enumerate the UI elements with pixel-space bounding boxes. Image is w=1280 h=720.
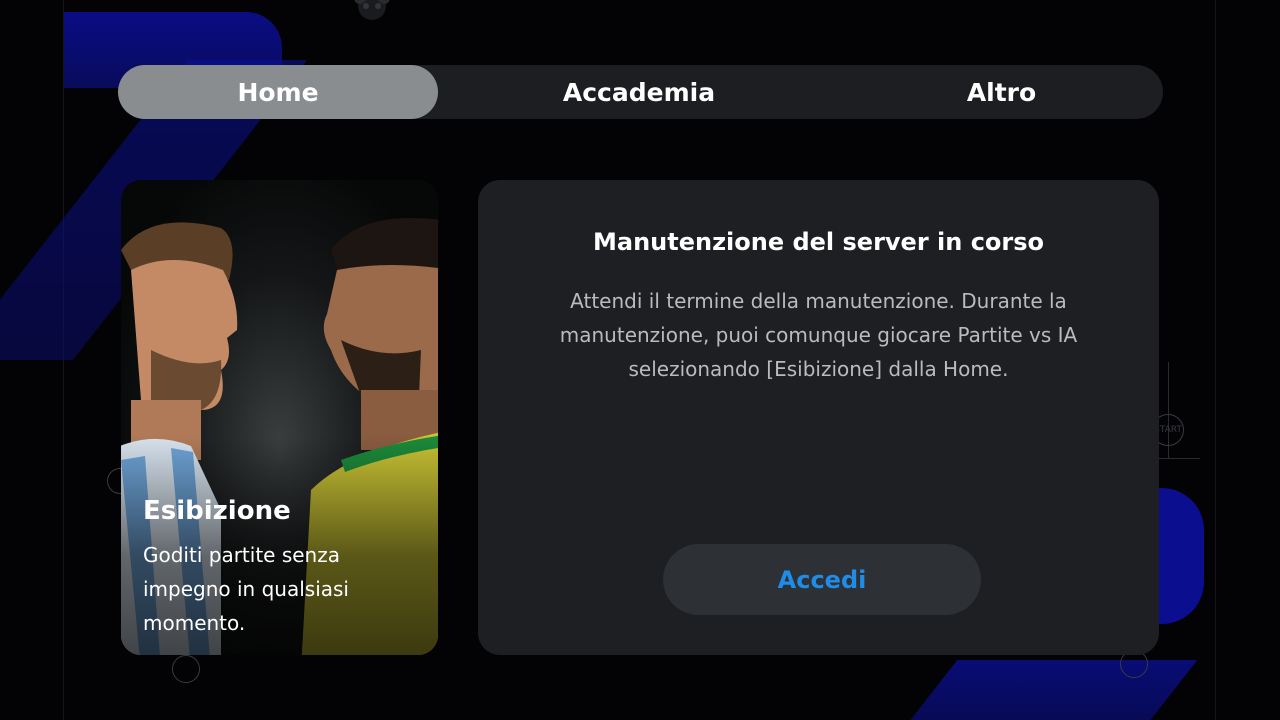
exhibition-card[interactable]: Esibizione Goditi partite senza impegno … (121, 180, 438, 655)
card-title: Esibizione (143, 496, 291, 526)
right-edge-line (1215, 0, 1216, 720)
panda-icon (354, 0, 390, 20)
left-edge-line (63, 0, 64, 720)
tab-home[interactable]: Home (118, 65, 438, 119)
main-tab-bar: Home Accademia Altro (118, 65, 1163, 119)
tab-altro[interactable]: Altro (840, 65, 1163, 119)
game-screen: START R RB LT LB A RT Home Accademia Alt… (0, 0, 1280, 720)
login-button[interactable]: Accedi (663, 544, 981, 615)
maintenance-panel: Manutenzione del server in corso Attendi… (478, 180, 1159, 655)
panel-message: Attendi il termine della manutenzione. D… (559, 289, 1078, 381)
panel-title: Manutenzione del server in corso (592, 228, 1045, 256)
background-stripe (902, 660, 1198, 720)
card-description: Goditi partite senza impegno in qualsias… (143, 543, 349, 635)
tab-accademia[interactable]: Accademia (438, 65, 840, 119)
controller-hint-circle (172, 655, 200, 683)
